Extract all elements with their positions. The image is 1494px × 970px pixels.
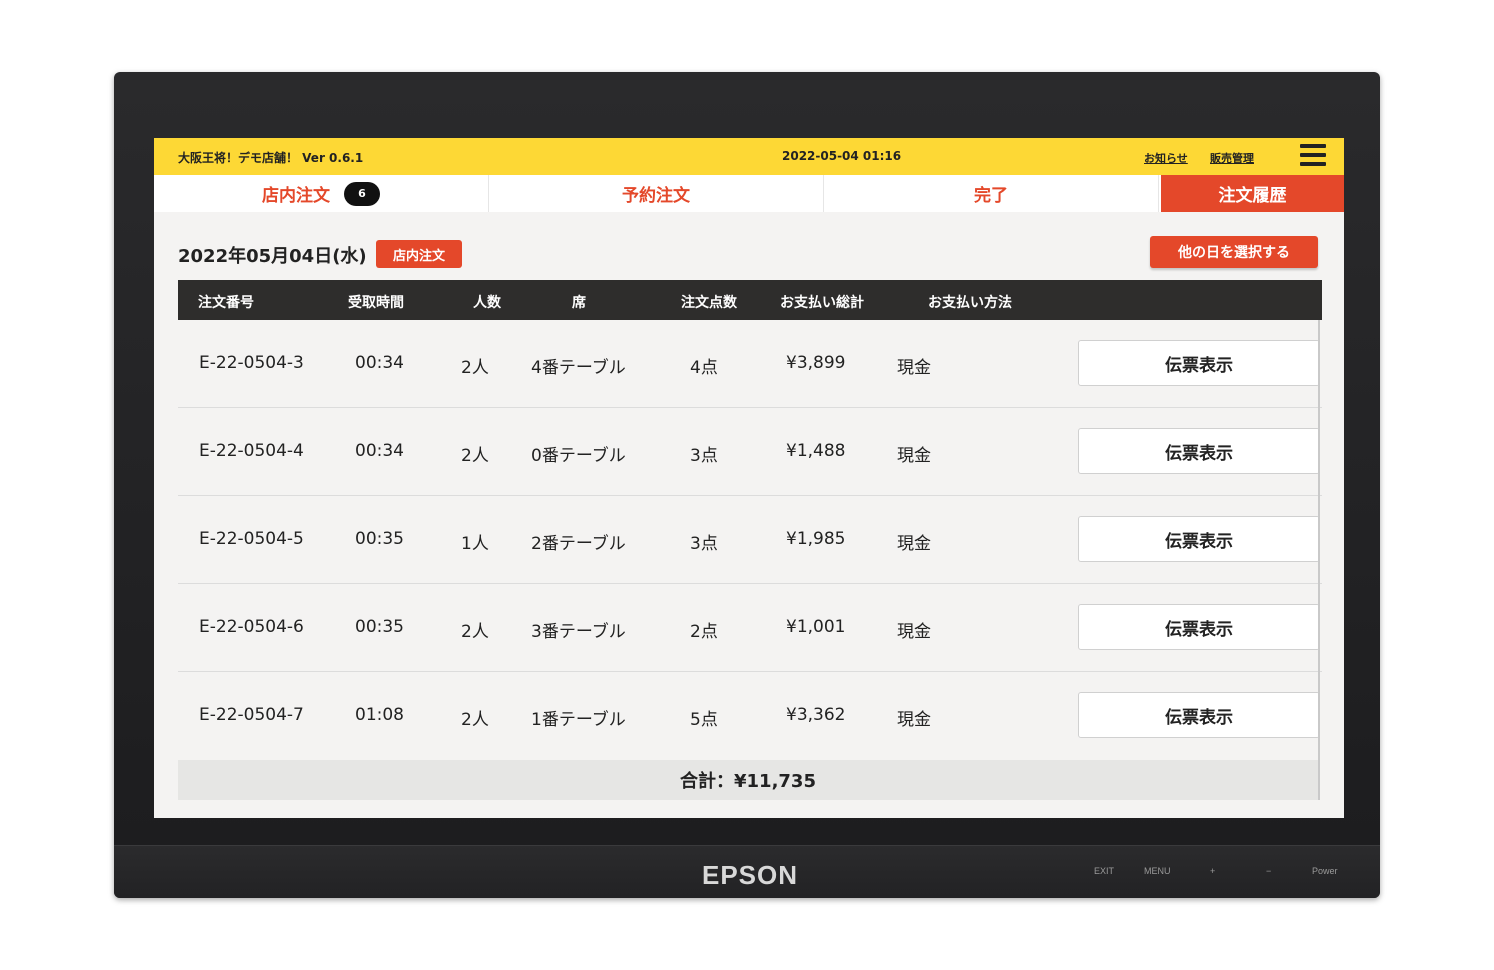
monitor-bezel: EPSON EXIT MENU + − Power: [114, 845, 1380, 898]
pickup-time: 01:08: [355, 705, 404, 725]
grand-total: 合計：¥11,735: [178, 760, 1318, 800]
header-pickup-time: 受取時間: [348, 295, 404, 311]
order-number: E-22-0504-6: [199, 617, 304, 637]
item-count: 3点: [690, 446, 718, 466]
people-count: 2人: [461, 358, 489, 378]
scrollbar-track[interactable]: [1318, 320, 1320, 800]
people-count: 2人: [461, 622, 489, 642]
show-voucher-button[interactable]: 伝票表示: [1078, 428, 1320, 474]
news-link[interactable]: お知らせ: [1144, 150, 1188, 166]
people-count: 2人: [461, 446, 489, 466]
item-count: 2点: [690, 622, 718, 642]
table-row: E-22-0504-7 01:08 2人 1番テーブル 5点 ¥3,362 現金…: [178, 672, 1322, 759]
payment-method: 現金: [897, 446, 931, 466]
order-number: E-22-0504-3: [199, 353, 304, 373]
order-count-badge: 6: [344, 181, 380, 206]
tab-label: 店内注文: [262, 186, 330, 206]
table-row: E-22-0504-3 00:34 2人 4番テーブル 4点 ¥3,899 現金…: [178, 320, 1322, 408]
payment-method: 現金: [897, 534, 931, 554]
pickup-time: 00:35: [355, 617, 404, 637]
show-voucher-button[interactable]: 伝票表示: [1078, 340, 1320, 386]
show-voucher-button[interactable]: 伝票表示: [1078, 604, 1320, 650]
app-title: 大阪王将！デモ店舗！ Ver 0.6.1: [178, 151, 364, 165]
top-bar: 大阪王将！デモ店舗！ Ver 0.6.1 2022-05-04 01:16 お知…: [154, 138, 1344, 175]
header-item-count: 注文点数: [681, 295, 737, 311]
seat: 3番テーブル: [531, 622, 626, 642]
hamburger-icon[interactable]: [1300, 144, 1326, 170]
item-count: 4点: [690, 358, 718, 378]
payment-total: ¥1,001: [786, 617, 846, 637]
header-payment-method: お支払い方法: [928, 295, 1012, 311]
order-number: E-22-0504-5: [199, 529, 304, 549]
tab-reservations[interactable]: 予約注文: [489, 175, 824, 212]
select-other-day-button[interactable]: 他の日を選択する: [1150, 236, 1318, 268]
hw-plus-button[interactable]: +: [1210, 866, 1215, 876]
brand-logo: EPSON: [702, 860, 799, 890]
order-number: E-22-0504-4: [199, 441, 304, 461]
table-row: E-22-0504-5 00:35 1人 2番テーブル 3点 ¥1,985 現金…: [178, 496, 1322, 584]
tab-bar: 店内注文 6 予約注文 完了 注文履歴: [154, 175, 1344, 212]
tab-label: 完了: [974, 186, 1008, 206]
pickup-time: 00:34: [355, 353, 404, 373]
payment-total: ¥3,899: [786, 353, 846, 373]
table-row: E-22-0504-4 00:34 2人 0番テーブル 3点 ¥1,488 現金…: [178, 408, 1322, 496]
people-count: 2人: [461, 710, 489, 730]
table-row: E-22-0504-6 00:35 2人 3番テーブル 2点 ¥1,001 現金…: [178, 584, 1322, 672]
header-order-no: 注文番号: [198, 295, 254, 311]
payment-method: 現金: [897, 710, 931, 730]
item-count: 5点: [690, 710, 718, 730]
seat: 4番テーブル: [531, 358, 626, 378]
header-people: 人数: [473, 295, 501, 311]
seat: 0番テーブル: [531, 446, 626, 466]
header-payment-total: お支払い総計: [780, 295, 864, 311]
order-list: E-22-0504-3 00:34 2人 4番テーブル 4点 ¥3,899 現金…: [178, 320, 1322, 759]
payment-method: 現金: [897, 622, 931, 642]
tab-label: 予約注文: [622, 186, 690, 206]
item-count: 3点: [690, 534, 718, 554]
show-voucher-button[interactable]: 伝票表示: [1078, 516, 1320, 562]
pickup-time: 00:34: [355, 441, 404, 461]
tab-order-history[interactable]: 注文履歴: [1161, 175, 1344, 212]
show-voucher-button[interactable]: 伝票表示: [1078, 692, 1320, 738]
seat: 1番テーブル: [531, 710, 626, 730]
people-count: 1人: [461, 534, 489, 554]
hw-menu-button[interactable]: MENU: [1144, 866, 1171, 876]
payment-method: 現金: [897, 358, 931, 378]
pickup-time: 00:35: [355, 529, 404, 549]
payment-total: ¥1,488: [786, 441, 846, 461]
current-datetime: 2022-05-04 01:16: [782, 149, 902, 163]
payment-total: ¥1,985: [786, 529, 846, 549]
tab-in-store-orders[interactable]: 店内注文 6: [154, 175, 489, 212]
table-header: 注文番号 受取時間 人数 席 注文点数 お支払い総計 お支払い方法: [178, 280, 1322, 320]
hw-power-button[interactable]: Power: [1312, 866, 1338, 876]
payment-total: ¥3,362: [786, 705, 846, 725]
date-heading: 2022年05月04日(水): [178, 246, 367, 267]
hw-minus-button[interactable]: −: [1266, 866, 1271, 876]
app-screen: 大阪王将！デモ店舗！ Ver 0.6.1 2022-05-04 01:16 お知…: [154, 138, 1344, 818]
header-seat: 席: [572, 295, 586, 311]
order-number: E-22-0504-7: [199, 705, 304, 725]
tab-completed[interactable]: 完了: [824, 175, 1159, 212]
seat: 2番テーブル: [531, 534, 626, 554]
order-type-badge: 店内注文: [376, 240, 462, 268]
hw-exit-button[interactable]: EXIT: [1094, 866, 1114, 876]
sales-management-link[interactable]: 販売管理: [1210, 150, 1254, 166]
tab-label: 注文履歴: [1218, 186, 1287, 206]
